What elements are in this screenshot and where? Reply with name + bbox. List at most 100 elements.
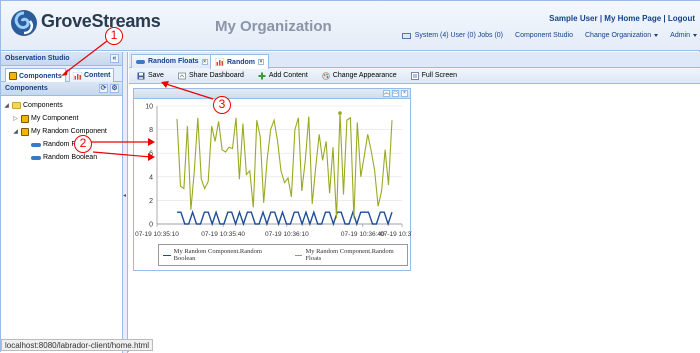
tab-components-label: Components <box>19 72 62 80</box>
chart-icon <box>73 71 82 80</box>
observation-studio-panel: Observation Studio « Components Content … <box>1 52 123 353</box>
y-tick-label: 4 <box>149 174 153 181</box>
palette-icon <box>321 71 330 80</box>
x-tick-label: 07-19 10:36:40 <box>341 231 385 238</box>
legend-item-boolean: My Random Component.Random Boolean <box>163 248 281 262</box>
tab-random[interactable]: Random × <box>210 54 269 69</box>
observation-studio-title: Observation Studio <box>5 55 70 62</box>
chevron-down-icon <box>693 34 697 37</box>
tab-components[interactable]: Components <box>5 68 66 83</box>
tab-random-floats[interactable]: Random Floats × <box>131 54 213 68</box>
system-status-button[interactable]: System (4) User (0) Jobs (0) <box>401 32 503 39</box>
stream-icon <box>31 155 41 160</box>
x-tick-label: 07-19 10:36:10 <box>265 231 309 238</box>
change-organization-menu[interactable]: Change Organization <box>585 32 659 39</box>
tree-node-my-random-component[interactable]: ◢ My Random Component <box>3 125 122 138</box>
expand-arrow-icon[interactable]: ◢ <box>12 128 19 135</box>
add-content-label: Add Content <box>268 72 308 79</box>
legend-item-floats: My Random Component.Random Floats <box>294 248 407 262</box>
legend-swatch <box>163 254 171 256</box>
status-bar-url: localhost:8080/labrador-client/home.html <box>1 339 154 351</box>
close-icon[interactable]: × <box>258 59 264 65</box>
save-label: Save <box>148 72 164 79</box>
collapse-icon[interactable]: « <box>110 54 119 63</box>
legend-label: My Random Component.Random Boolean <box>173 248 262 262</box>
component-studio-menu[interactable]: Component Studio <box>515 32 573 39</box>
component-tree: ◢ Components ▷ My Component ◢ My Random … <box>1 96 122 164</box>
tab-content[interactable]: Content <box>69 68 115 82</box>
monitor-icon <box>401 32 411 39</box>
change-organization-label: Change Organization <box>585 32 652 39</box>
expand-arrow-icon[interactable]: ◢ <box>3 102 10 109</box>
chevron-down-icon <box>654 34 659 37</box>
user-link-sample-user[interactable]: Sample User <box>549 14 597 23</box>
x-tick-label: 07-19 10:37:00 <box>380 231 412 238</box>
restore-icon[interactable]: ▭ <box>392 90 399 97</box>
panel-splitter[interactable]: ◂ <box>123 52 128 353</box>
stream-icon <box>136 59 145 64</box>
tree-node-random-boolean[interactable]: Random Boolean <box>3 151 122 164</box>
widget-title-bar[interactable]: ︽ ▭ × <box>134 89 410 99</box>
component-studio-label: Component Studio <box>515 32 573 39</box>
line-chart: 0 2 4 6 8 10 07-19 10:35:10 07-19 10:35:40 07-19… <box>135 104 412 239</box>
annotation-marker-2: 2 <box>74 135 92 153</box>
tree-node-label: Random Boolean <box>43 154 98 161</box>
legend-label: My Random Component.Random Floats <box>305 248 394 262</box>
dashboard-canvas: ︽ ▭ × 0 2 4 6 8 10 07-19 10:35:10 07-19 10:35:4… <box>129 85 700 353</box>
user-link-logout[interactable]: Logout <box>668 14 695 23</box>
x-tick-label: 07-19 10:35:40 <box>201 231 245 238</box>
stream-icon <box>31 142 41 147</box>
add-content-button[interactable]: Add Content <box>258 72 308 80</box>
share-dashboard-button[interactable]: Share Dashboard <box>178 72 244 80</box>
share-dashboard-label: Share Dashboard <box>188 72 244 79</box>
save-button[interactable]: Save <box>137 72 164 80</box>
chart-widget: ︽ ▭ × 0 2 4 6 8 10 07-19 10:35:10 07-19 10:35:4… <box>133 88 412 271</box>
user-links: Sample User | My Home Page | Logout <box>549 14 695 23</box>
organization-title: My Organization <box>215 18 332 35</box>
annotation-marker-1: 1 <box>105 27 123 45</box>
data-point <box>338 111 342 115</box>
collapsed-arrow-icon[interactable]: ▷ <box>12 115 19 122</box>
tree-node-my-component[interactable]: ▷ My Component <box>3 112 122 125</box>
component-icon <box>21 127 29 136</box>
dashboard-toolbar: Save Share Dashboard Add Content Change … <box>129 68 700 84</box>
y-tick-label: 2 <box>149 198 153 205</box>
full-screen-label: Full Screen <box>421 72 458 79</box>
chart-legend: My Random Component.Random Boolean My Ra… <box>158 244 408 266</box>
series-line-random-boolean <box>177 209 393 227</box>
y-tick-label: 6 <box>149 151 153 158</box>
plus-icon <box>258 72 266 79</box>
component-icon <box>9 72 17 80</box>
change-appearance-button[interactable]: Change Appearance <box>321 71 397 80</box>
tree-node-components[interactable]: ◢ Components <box>3 99 122 112</box>
y-tick-label: 8 <box>149 127 153 134</box>
admin-label: Admin <box>670 32 690 39</box>
tree-node-label: My Random Component <box>31 128 107 135</box>
grovestreams-logo-icon <box>11 10 37 36</box>
components-header: Components ⟳ ⚙ <box>1 82 122 96</box>
y-tick-label: 10 <box>145 104 153 111</box>
series-line-random-floats <box>176 113 393 219</box>
gear-icon[interactable]: ⚙ <box>110 84 119 93</box>
change-appearance-label: Change Appearance <box>332 72 397 79</box>
user-link-home-page[interactable]: My Home Page <box>604 14 661 23</box>
refresh-icon[interactable]: ⟳ <box>99 84 108 93</box>
close-icon[interactable]: × <box>401 90 408 97</box>
legend-swatch <box>294 254 303 256</box>
full-screen-icon <box>410 71 419 80</box>
header-menu-bar: System (4) User (0) Jobs (0) Component S… <box>401 32 697 39</box>
close-icon[interactable]: × <box>201 58 208 65</box>
full-screen-button[interactable]: Full Screen <box>410 71 458 80</box>
logo-text: GroveStreams <box>41 11 161 31</box>
collapse-icon[interactable]: ︽ <box>383 90 390 97</box>
tree-node-label: Components <box>23 102 63 109</box>
dashboard-tab-strip: Random Floats × Random × <box>129 52 700 69</box>
admin-menu[interactable]: Admin <box>670 32 697 39</box>
tree-node-random-floats[interactable]: Random Floats <box>3 138 122 151</box>
component-icon <box>21 114 29 123</box>
app-window: GroveStreams My Organization Sample User… <box>0 0 700 353</box>
tab-random-label: Random <box>227 58 255 66</box>
observation-studio-header: Observation Studio « <box>1 52 122 66</box>
chart-icon <box>215 58 224 66</box>
collapse-arrow-icon[interactable]: ◂ <box>123 192 126 199</box>
